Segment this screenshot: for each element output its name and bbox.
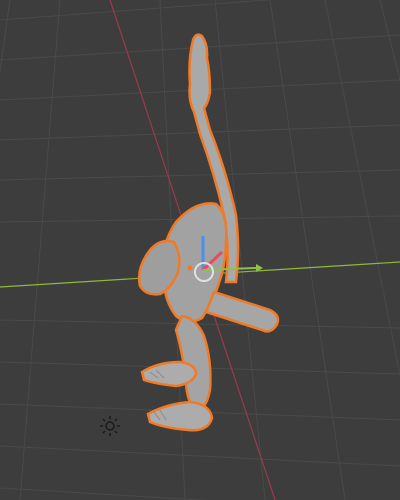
figure-foot-upper: [140, 360, 198, 388]
sun-light-icon[interactable]: [100, 416, 120, 436]
sculpted-figure[interactable]: [137, 33, 280, 432]
origin-dot-icon: [187, 265, 193, 271]
3d-viewport[interactable]: [0, 0, 400, 500]
